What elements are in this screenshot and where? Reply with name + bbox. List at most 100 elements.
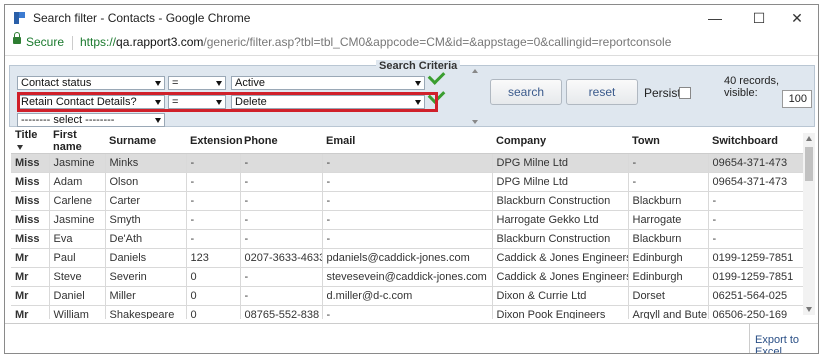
table-cell: 09654-371-473 [708, 172, 803, 192]
table-cell: - [708, 229, 803, 249]
url-scheme: https:// [80, 35, 117, 49]
table-row[interactable]: Mr William Shakespeare 0 08765-552-838- Dixon… [11, 305, 803, 319]
address-bar[interactable]: Secure https://qa.rapport3.com/generic/f… [5, 31, 818, 56]
column-header[interactable]: Surname [105, 129, 186, 154]
column-header[interactable]: Title [11, 129, 49, 154]
column-header-label: Company [496, 135, 547, 147]
persist-checkbox[interactable] [679, 87, 691, 99]
sort-descending-icon[interactable] [17, 144, 23, 150]
column-header[interactable]: First name [49, 129, 105, 154]
column-header[interactable]: Switchboard [708, 129, 803, 154]
table-cell: 0199-1259-7851 [708, 267, 803, 287]
table-cell: - [240, 229, 323, 249]
footer-divider [749, 324, 750, 353]
column-header[interactable]: Company [492, 129, 628, 154]
criteria-scroll-up-icon[interactable] [472, 69, 478, 73]
table-cell: 06506-250-169 [708, 305, 803, 319]
column-header-label: Email [326, 135, 356, 147]
table-cell: - [628, 172, 709, 192]
title-bar: Search filter - Contacts - Google Chrome… [5, 5, 818, 31]
url-text[interactable]: https://qa.rapport3.com/generic/filter.a… [80, 35, 671, 49]
table-cell: - [322, 210, 493, 230]
table-cell: Miss [11, 191, 50, 211]
table-cell: Miller [105, 286, 187, 306]
table-cell: - [322, 172, 493, 192]
table-row[interactable]: Miss Eva De'Ath - - - Blackburn Construction Bl… [11, 229, 803, 249]
table-cell: - [186, 210, 241, 230]
table-header-row: Title First name Surname Extension Phone Emai… [11, 129, 803, 154]
column-header[interactable]: Email [322, 129, 492, 154]
search-button[interactable]: search [490, 79, 562, 105]
table-row[interactable]: Miss Carlene Carter - - - Blackburn Constructi… [11, 191, 803, 211]
table-cell: - [240, 210, 323, 230]
column-header-label: Town [632, 135, 660, 147]
column-header-label: Switchboard [712, 135, 779, 147]
table-cell: Mr [11, 248, 50, 268]
table-cell: Adam [49, 172, 106, 192]
table-cell: 08765-552-838 [240, 305, 323, 319]
table-cell: Miss [11, 229, 50, 249]
url-host: qa.rapport3.com [116, 35, 204, 49]
criteria-value-value-1: Active [235, 77, 265, 89]
table-row[interactable]: Mr Daniel Miller 0- d.miller@d-c.com Dixon & … [11, 286, 803, 306]
secure-label: Secure [26, 35, 65, 49]
table-cell: Steve [49, 267, 106, 287]
table-cell: Dorset [628, 286, 709, 306]
criteria-field-select-1[interactable]: Contact status [17, 76, 165, 90]
column-header[interactable]: Phone [240, 129, 322, 154]
table-cell: - [186, 229, 241, 249]
table-cell: Paul [49, 248, 106, 268]
table-cell: - [186, 172, 241, 192]
table-cell: Jasmine [49, 153, 106, 173]
scroll-up-icon[interactable] [806, 136, 812, 141]
table-row[interactable]: Miss Adam Olson - - - DPG Milne Ltd -09654-371-… [11, 172, 803, 192]
table-row[interactable]: Miss Jasmine Minks - - - DPG Milne Ltd -09654-3… [11, 153, 803, 173]
table-cell: Harrogate Gekko Ltd [492, 210, 629, 230]
column-header[interactable]: Extension [186, 129, 243, 154]
table-cell: DPG Milne Ltd [492, 172, 629, 192]
table-cell: 0207-3633-4633 [240, 248, 323, 268]
criteria-operator-select-1[interactable]: = [168, 76, 226, 90]
table-cell: - [322, 305, 493, 319]
minimize-button[interactable]: — [695, 7, 735, 29]
table-cell: 0199-1259-7851 [708, 248, 803, 268]
chevron-down-icon [155, 118, 161, 123]
column-header[interactable]: Town [628, 129, 708, 154]
table-cell: d.miller@d-c.com [322, 286, 493, 306]
table-cell: - [628, 153, 709, 173]
scrollbar-thumb[interactable] [805, 147, 813, 181]
table-row[interactable]: Mr Steve Severin 0- stevesevein@caddick-jone… [11, 267, 803, 287]
table-cell: Caddick & Jones Engineers [492, 267, 629, 287]
table-cell: Edinburgh [628, 267, 709, 287]
criteria-scroll-down-icon[interactable] [472, 120, 478, 124]
reset-button[interactable]: reset [566, 79, 638, 105]
column-header-label: Surname [109, 135, 157, 147]
table-cell: 09654-371-473 [708, 153, 803, 173]
table-cell: Harrogate [628, 210, 709, 230]
table-cell: Jasmine [49, 210, 106, 230]
chevron-down-icon [216, 81, 222, 86]
table-row[interactable]: Miss Jasmine Smyth - - - Harrogate Gekko Ltd Ha… [11, 210, 803, 230]
table-cell: Argyll and Bute [628, 305, 709, 319]
column-header-label: First name [53, 129, 82, 153]
export-to-excel-link[interactable]: Export to Excel [755, 334, 818, 353]
criteria-value-select-1[interactable]: Active [231, 76, 425, 90]
maximize-button[interactable]: ☐ [739, 7, 779, 29]
table-cell: - [186, 191, 241, 211]
table-scrollbar[interactable] [803, 133, 815, 315]
table-cell: Caddick & Jones Engineers [492, 248, 629, 268]
rapport-logo-icon [14, 12, 25, 24]
visible-count-input[interactable]: 100 [782, 90, 812, 108]
table-cell: - [322, 229, 493, 249]
table-cell: pdaniels@caddick-jones.com [322, 248, 493, 268]
table-cell: - [240, 153, 323, 173]
table-cell: - [322, 153, 493, 173]
table-cell: Blackburn Construction [492, 191, 629, 211]
table-cell: Miss [11, 153, 50, 173]
criteria-new-field-select[interactable]: -------- select -------- [17, 113, 165, 127]
scroll-down-icon[interactable] [806, 307, 812, 312]
close-button[interactable]: ✕ [777, 7, 817, 29]
table-row[interactable]: Mr Paul Daniels 123 0207-3633-4633 pdaniels@c… [11, 248, 803, 268]
table-cell: Dixon Pook Engineers [492, 305, 629, 319]
address-divider [72, 36, 73, 50]
